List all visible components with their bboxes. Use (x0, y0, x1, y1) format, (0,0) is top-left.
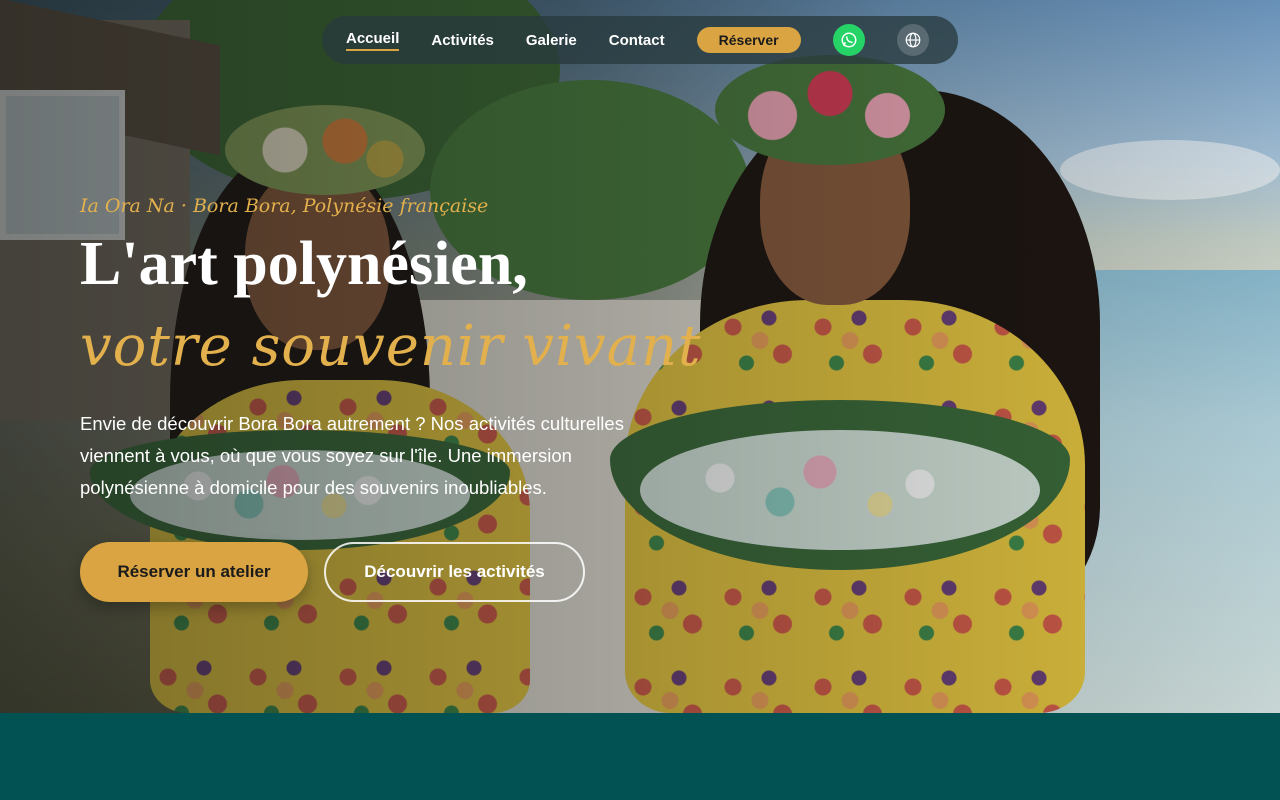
hero-lead: Envie de découvrir Bora Bora autrement ?… (80, 413, 624, 498)
nav-link-activities[interactable]: Activités (431, 32, 494, 49)
nav-link-home[interactable]: Accueil (346, 30, 400, 51)
next-section-band (0, 713, 1280, 800)
discover-activities-button[interactable]: Découvrir les activités (324, 542, 585, 602)
hero-kicker: Ia Ora Na · Bora Bora, Polynésie françai… (80, 195, 489, 217)
book-workshop-button[interactable]: Réserver un atelier (80, 542, 308, 602)
globe-icon[interactable] (896, 24, 929, 56)
whatsapp-icon[interactable] (832, 24, 865, 56)
top-nav: Accueil Activités Galerie Contact Réserv… (322, 16, 958, 64)
nav-reserve-button[interactable]: Réserver (696, 27, 801, 53)
nav-link-contact[interactable]: Contact (609, 32, 665, 49)
hero-title-accent: votre souvenir vivant (80, 314, 702, 379)
nav-link-gallery[interactable]: Galerie (526, 32, 577, 49)
hero-section: Ia Ora Na · Bora Bora, Polynésie françai… (0, 0, 1280, 713)
hero-title: L'art polynésien, (80, 230, 528, 298)
